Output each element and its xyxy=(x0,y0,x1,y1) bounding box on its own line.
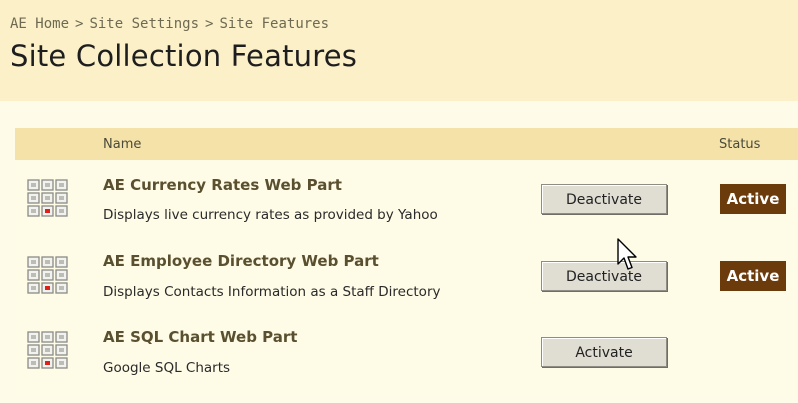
feature-name: AE Employee Directory Web Part xyxy=(103,252,379,270)
page-title: Site Collection Features xyxy=(10,39,358,73)
table-row: AE SQL Chart Web Part Google SQL Charts … xyxy=(15,320,798,394)
table-row: AE Employee Directory Web Part Displays … xyxy=(15,245,798,319)
page-header: AE Home > Site Settings > Site Features Site… xyxy=(0,0,798,101)
column-header-name: Name xyxy=(103,137,142,152)
feature-name: AE Currency Rates Web Part xyxy=(103,176,342,194)
table-row: AE Currency Rates Web Part Displays live… xyxy=(15,168,798,242)
deactivate-button[interactable]: Deactivate xyxy=(541,261,667,291)
table-header: Name Status xyxy=(15,128,798,160)
arrow-pointer-icon xyxy=(617,238,637,270)
feature-description: Displays Contacts Information as a Staff… xyxy=(103,284,441,300)
activate-button[interactable]: Activate xyxy=(541,337,667,367)
feature-grid-icon xyxy=(27,331,68,369)
feature-description: Displays live currency rates as provided… xyxy=(103,207,438,223)
deactivate-button[interactable]: Deactivate xyxy=(541,184,667,214)
breadcrumb-link-site-settings[interactable]: Site Settings xyxy=(89,16,199,32)
column-header-status: Status xyxy=(719,137,761,152)
breadcrumb-current-site-features: Site Features xyxy=(219,16,330,32)
breadcrumb-separator: > xyxy=(205,16,214,32)
feature-name: AE SQL Chart Web Part xyxy=(103,328,298,346)
breadcrumb-link-ae-home[interactable]: AE Home xyxy=(10,16,69,32)
feature-grid-icon xyxy=(27,256,68,294)
feature-description: Google SQL Charts xyxy=(103,360,231,376)
breadcrumb-separator: > xyxy=(75,16,84,32)
status-badge: Active xyxy=(720,184,786,214)
status-badge: Active xyxy=(720,261,786,291)
feature-grid-icon xyxy=(27,179,68,217)
breadcrumb: AE Home > Site Settings > Site Features xyxy=(10,16,329,32)
features-table: Name Status AE Currency Rates Web Part D… xyxy=(15,128,798,396)
